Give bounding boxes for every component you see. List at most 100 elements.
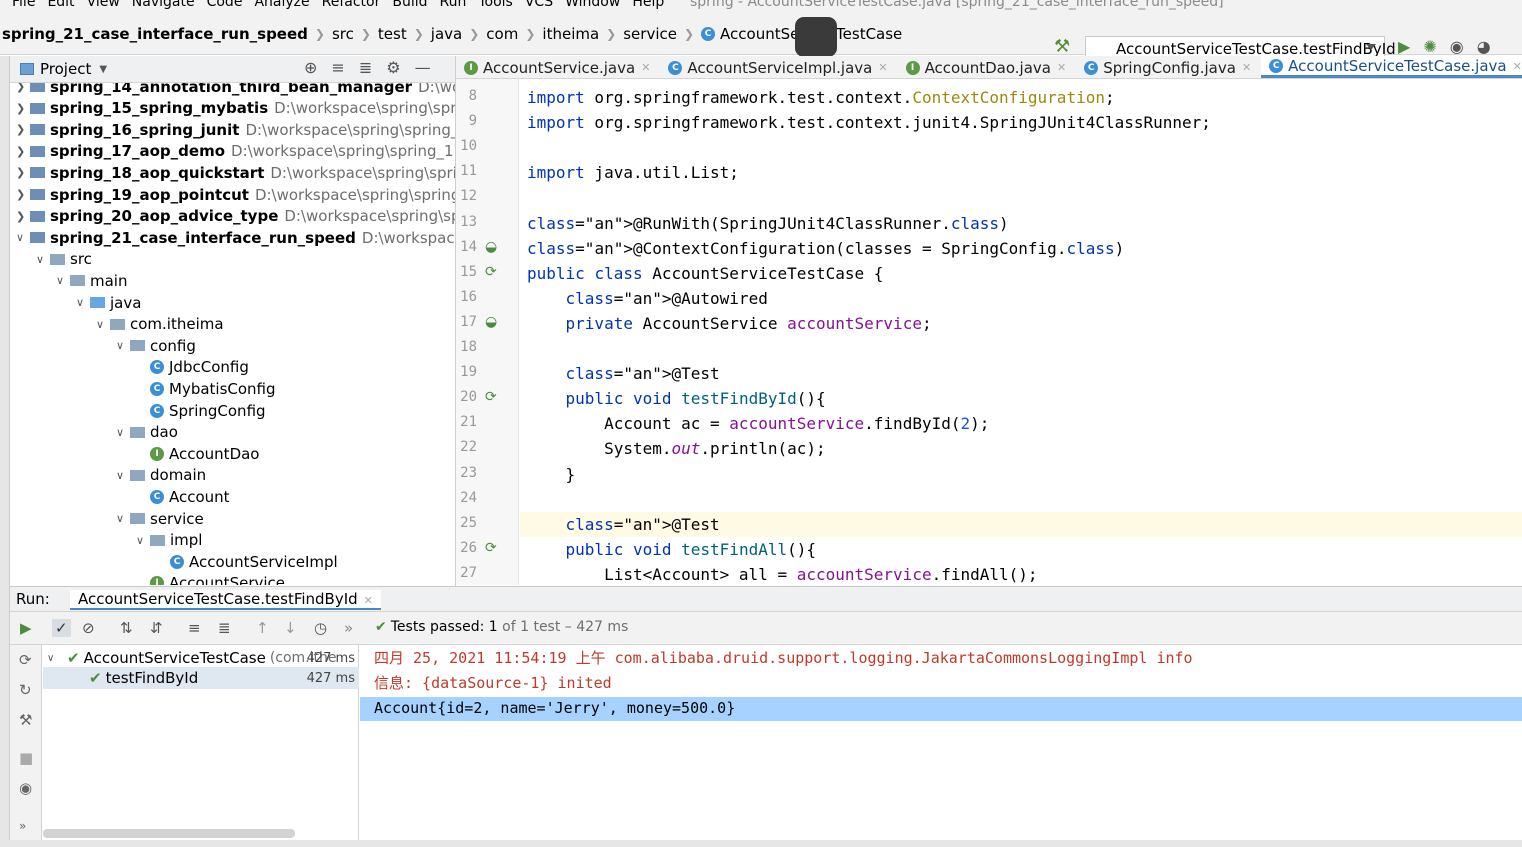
tree-item[interactable]: ∨ src	[36, 249, 92, 270]
chevron-down-icon[interactable]: ∨	[56, 274, 70, 287]
more-icon[interactable]: »	[344, 619, 353, 637]
show-ignored-icon[interactable]: ⊘	[82, 619, 95, 637]
chevron-down-icon[interactable]: ∨	[116, 339, 130, 352]
editor-tab[interactable]: C SpringConfig.java ✕	[1076, 56, 1261, 78]
tree-item[interactable]: ∨ dao	[116, 422, 178, 443]
show-passed-icon[interactable]: ✓	[52, 619, 71, 637]
chevron-right-icon[interactable]: ❯	[16, 123, 30, 136]
breadcrumb-item[interactable]: test	[378, 25, 407, 43]
run-test-icon[interactable]: ⟳	[485, 540, 497, 556]
refresh-icon[interactable]: ⟳	[19, 651, 32, 669]
stop-icon[interactable]: ■	[19, 749, 33, 767]
tree-item[interactable]: C MybatisConfig	[136, 378, 276, 399]
run-test-icon[interactable]: ⟳	[485, 264, 497, 280]
menu-item[interactable]: Window	[565, 0, 620, 10]
menu-item[interactable]: VCS	[525, 0, 553, 10]
tree-item[interactable]: ❯ spring_14_annotation_third_bean_manager…	[16, 83, 455, 97]
chevron-right-icon[interactable]: ❯	[16, 83, 30, 93]
close-icon[interactable]: ✕	[878, 61, 887, 74]
tree-item[interactable]: ∨ main	[56, 270, 127, 291]
run-test-icon[interactable]: ⟳	[485, 389, 497, 405]
previous-icon[interactable]: ↑	[256, 619, 269, 637]
close-icon[interactable]: ✕	[1513, 60, 1522, 73]
chevron-down-icon[interactable]: ∨	[136, 534, 150, 547]
tree-item[interactable]: ∨ domain	[116, 465, 206, 486]
tree-item[interactable]: C Account	[136, 486, 230, 507]
bean-icon[interactable]: ◒	[485, 239, 497, 255]
menu-item[interactable]: Edit	[47, 0, 74, 10]
editor-tab[interactable]: I AccountDao.java ✕	[898, 56, 1077, 78]
tree-item[interactable]: ❯ spring_18_aop_quickstart D:\workspace\sp…	[16, 162, 455, 183]
tree-item[interactable]: ∨ config	[116, 335, 196, 356]
chevron-down-icon[interactable]: ∨	[16, 231, 30, 244]
sort-duration-icon[interactable]: ⇵	[150, 619, 163, 637]
coverage-icon[interactable]: ◉	[1450, 37, 1464, 56]
console-output[interactable]: 四月 25, 2021 11:54:19 上午 com.alibaba.drui…	[360, 645, 1522, 847]
tree-item[interactable]: ❯ spring_17_aop_demo D:\workspace\spring\s…	[16, 141, 455, 162]
menu-item[interactable]: Run	[440, 0, 467, 10]
close-icon[interactable]: ✕	[1242, 61, 1251, 74]
debug-icon[interactable]: ✺	[1423, 37, 1436, 56]
breadcrumb-item[interactable]: spring_21_case_interface_run_speed	[2, 25, 308, 43]
locate-icon[interactable]: ⊕	[304, 58, 317, 77]
tree-item[interactable]: ❯ spring_16_spring_junit D:\workspace\spri…	[16, 119, 455, 140]
chevron-down-icon[interactable]: ∨	[96, 318, 110, 331]
profile-icon[interactable]: ◕	[1477, 37, 1491, 56]
chevron-down-icon[interactable]: ∨	[116, 512, 130, 525]
run-icon[interactable]: ▶	[1398, 37, 1410, 56]
chevron-right-icon[interactable]: ❯	[16, 166, 30, 179]
breadcrumb-item[interactable]: src	[332, 25, 354, 43]
menu-item[interactable]: View	[87, 0, 120, 10]
editor-tab[interactable]: C AccountServiceTestCase.java ✕	[1261, 56, 1522, 78]
run-tab[interactable]: AccountServiceTestCase.testFindById ✕	[70, 590, 381, 610]
tree-item[interactable]: C JdbcConfig	[136, 357, 249, 378]
chevron-right-icon[interactable]: ❯	[16, 145, 30, 158]
horizontal-scrollbar[interactable]	[43, 829, 295, 838]
tree-item[interactable]: ❯ spring_20_aop_advice_type D:\workspace\s…	[16, 206, 455, 227]
project-view-selector[interactable]: Project ▼	[20, 60, 107, 78]
close-icon[interactable]: ✕	[641, 61, 650, 74]
breadcrumb-item[interactable]: service	[623, 25, 677, 43]
chevron-right-icon[interactable]: ❯	[16, 188, 30, 201]
chevron-right-icon[interactable]: ❯	[16, 210, 30, 223]
collapse-all-icon[interactable]: ≣	[359, 58, 372, 77]
tree-item[interactable]: ∨ com.itheima	[96, 314, 224, 335]
test-suite-row[interactable]: ∨ ✔ AccountServiceTestCase (com.ithe 427…	[43, 647, 359, 669]
camera-icon[interactable]: ◉	[19, 779, 32, 797]
tree-item[interactable]: I AccountDao	[136, 443, 259, 464]
tree-item[interactable]: ∨ impl	[136, 530, 202, 551]
menu-item[interactable]: Refactor	[322, 0, 381, 10]
tree-item[interactable]: ∨ spring_21_case_interface_run_speed D:\wo…	[16, 227, 455, 248]
chevron-right-icon[interactable]: ❯	[16, 102, 30, 115]
wrench-icon[interactable]: ⚒	[19, 711, 32, 729]
editor-tab[interactable]: I AccountService.java ✕	[456, 56, 660, 78]
hide-icon[interactable]: —	[415, 58, 431, 77]
next-icon[interactable]: ↓	[284, 619, 297, 637]
expand-all-icon[interactable]: ≡	[331, 58, 344, 77]
gear-icon[interactable]: ⚙	[386, 58, 400, 77]
chevron-down-icon[interactable]: ∨	[76, 296, 90, 309]
breadcrumb-item[interactable]: com	[486, 25, 518, 43]
rerun-icon[interactable]: ▶	[20, 619, 32, 637]
menu-item[interactable]: Help	[632, 0, 664, 10]
close-icon[interactable]: ✕	[364, 594, 373, 607]
breadcrumb-item[interactable]: itheima	[542, 25, 599, 43]
tree-item[interactable]: ∨ java	[76, 292, 141, 313]
expand-all-icon[interactable]: ≡	[188, 619, 201, 637]
more-icon[interactable]: »	[19, 819, 26, 833]
menu-item[interactable]: Code	[207, 0, 243, 10]
chevron-down-icon[interactable]: ∨	[36, 253, 50, 266]
breadcrumb-item[interactable]: java	[431, 25, 462, 43]
chevron-down-icon[interactable]: ∨	[47, 653, 59, 664]
rerun-failed-icon[interactable]: ↻	[19, 681, 32, 699]
menu-item[interactable]: File	[12, 0, 35, 10]
tree-item[interactable]: ❯ spring_19_aop_pointcut D:\workspace\spri…	[16, 184, 455, 205]
tree-item[interactable]: C AccountServiceImpl	[156, 551, 338, 572]
tree-item[interactable]: I AccountService	[136, 573, 285, 585]
editor-tab[interactable]: C AccountServiceImpl.java ✕	[660, 56, 897, 78]
menu-item[interactable]: Tools	[478, 0, 513, 10]
collapse-all-icon[interactable]: ≣	[218, 619, 231, 637]
tree-item[interactable]: C SpringConfig	[136, 400, 266, 421]
chevron-down-icon[interactable]: ∨	[116, 426, 130, 439]
history-icon[interactable]: ◷	[314, 619, 327, 637]
